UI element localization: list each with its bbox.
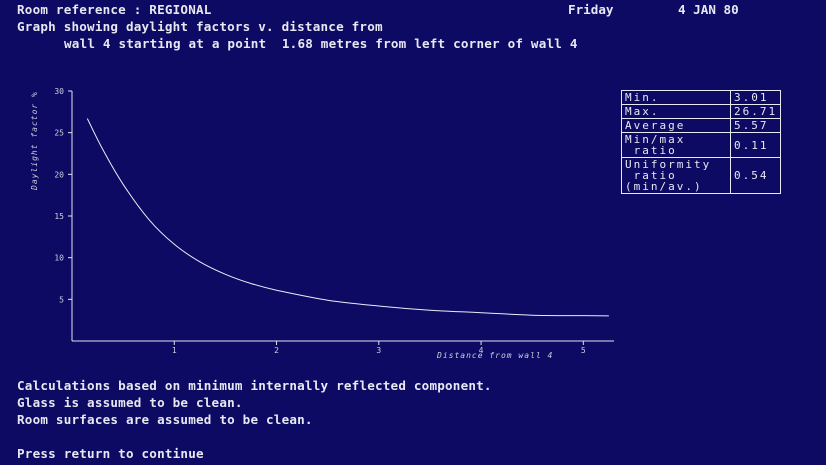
x-tick-label: 4 — [479, 346, 484, 355]
y-tick-label: 30 — [54, 87, 64, 96]
chart-axes — [71, 91, 614, 342]
stat-label: Average — [621, 118, 731, 133]
stat-row: Uniformity ratio (min/av.) 0.54 — [621, 157, 782, 194]
daylight-curve — [86, 118, 609, 317]
footer-note-2: Glass is assumed to be clean. — [17, 395, 243, 410]
stat-row: Average 5.57 — [621, 118, 782, 133]
x-axis-label: Distance from wall 4 — [436, 351, 553, 360]
stat-value: 0.54 — [729, 157, 782, 194]
y-tick-label: 5 — [59, 295, 64, 304]
stat-row: Min. 3.01 — [621, 90, 782, 105]
stat-label: Uniformity ratio (min/av.) — [621, 157, 731, 194]
stat-value: 0.11 — [729, 132, 782, 158]
footer-note-1: Calculations based on minimum internally… — [17, 378, 492, 393]
y-axis-label: Daylight factor % — [30, 91, 39, 191]
x-tick-label: 5 — [581, 346, 586, 355]
chart-ticks: 5 10 15 20 25 30 1 2 3 4 5 — [54, 87, 586, 355]
stat-label: Min. — [621, 90, 731, 105]
stat-value: 3.01 — [729, 90, 782, 105]
y-tick-label: 15 — [54, 212, 64, 221]
y-tick-label: 20 — [54, 170, 64, 179]
y-tick-label: 10 — [54, 254, 64, 263]
stat-row: Min/max ratio 0.11 — [621, 132, 782, 158]
continue-prompt[interactable]: Press return to continue — [17, 446, 204, 461]
stat-value: 26.71 — [729, 104, 782, 119]
stat-label: Max. — [621, 104, 731, 119]
y-tick-label: 25 — [54, 129, 64, 138]
footer-note-3: Room surfaces are assumed to be clean. — [17, 412, 313, 427]
x-tick-label: 3 — [376, 346, 381, 355]
stat-label: Min/max ratio — [621, 132, 731, 158]
stat-value: 5.57 — [729, 118, 782, 133]
statistics-table: Min. 3.01 Max. 26.71 Average 5.57 Min/max rati… — [621, 90, 782, 194]
x-tick-label: 2 — [274, 346, 279, 355]
x-tick-label: 1 — [172, 346, 177, 355]
stat-row: Max. 26.71 — [621, 104, 782, 119]
